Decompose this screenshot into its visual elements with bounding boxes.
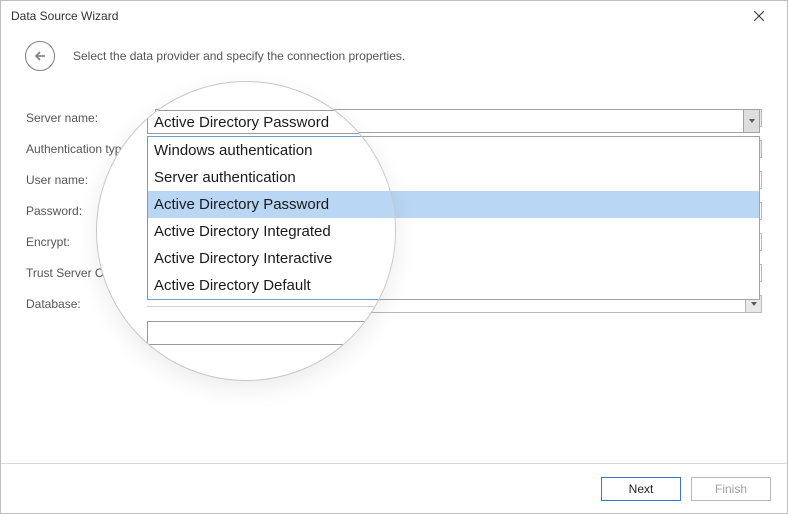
auth-option-server[interactable]: Server authentication xyxy=(148,164,396,191)
auth-select-current[interactable]: Active Directory Password xyxy=(147,110,396,134)
auth-option-ad-password[interactable]: Active Directory Password xyxy=(148,191,396,218)
instruction-area: Select the data provider and specify the… xyxy=(1,31,787,93)
next-button[interactable]: Next xyxy=(601,477,681,501)
titlebar: Data Source Wizard xyxy=(1,1,787,31)
wizard-window: Data Source Wizard Select the data provi… xyxy=(0,0,788,514)
close-icon xyxy=(754,11,764,21)
auth-dropdown-list: Windows authentication Server authentica… xyxy=(147,136,396,300)
server-name-label: Server name: xyxy=(26,111,156,125)
auth-option-ad-interactive[interactable]: Active Directory Interactive xyxy=(148,245,396,272)
back-button[interactable] xyxy=(25,41,55,71)
auth-option-ad-integrated[interactable]: Active Directory Integrated xyxy=(148,218,396,245)
instruction-text: Select the data provider and specify the… xyxy=(73,49,405,63)
window-title: Data Source Wizard xyxy=(11,9,118,23)
extra-input[interactable] xyxy=(147,321,396,345)
auth-option-windows[interactable]: Windows authentication xyxy=(148,137,396,164)
close-button[interactable] xyxy=(739,1,779,31)
footer: Next Finish xyxy=(1,463,787,513)
auth-option-ad-default[interactable]: Active Directory Default xyxy=(148,272,396,299)
arrow-left-icon xyxy=(33,49,47,63)
magnifier-lens: Active Directory Password Windows authen… xyxy=(96,81,396,381)
auth-select-current-text: Active Directory Password xyxy=(154,114,329,131)
chevron-down-icon[interactable] xyxy=(743,110,759,132)
finish-button: Finish xyxy=(691,477,771,501)
